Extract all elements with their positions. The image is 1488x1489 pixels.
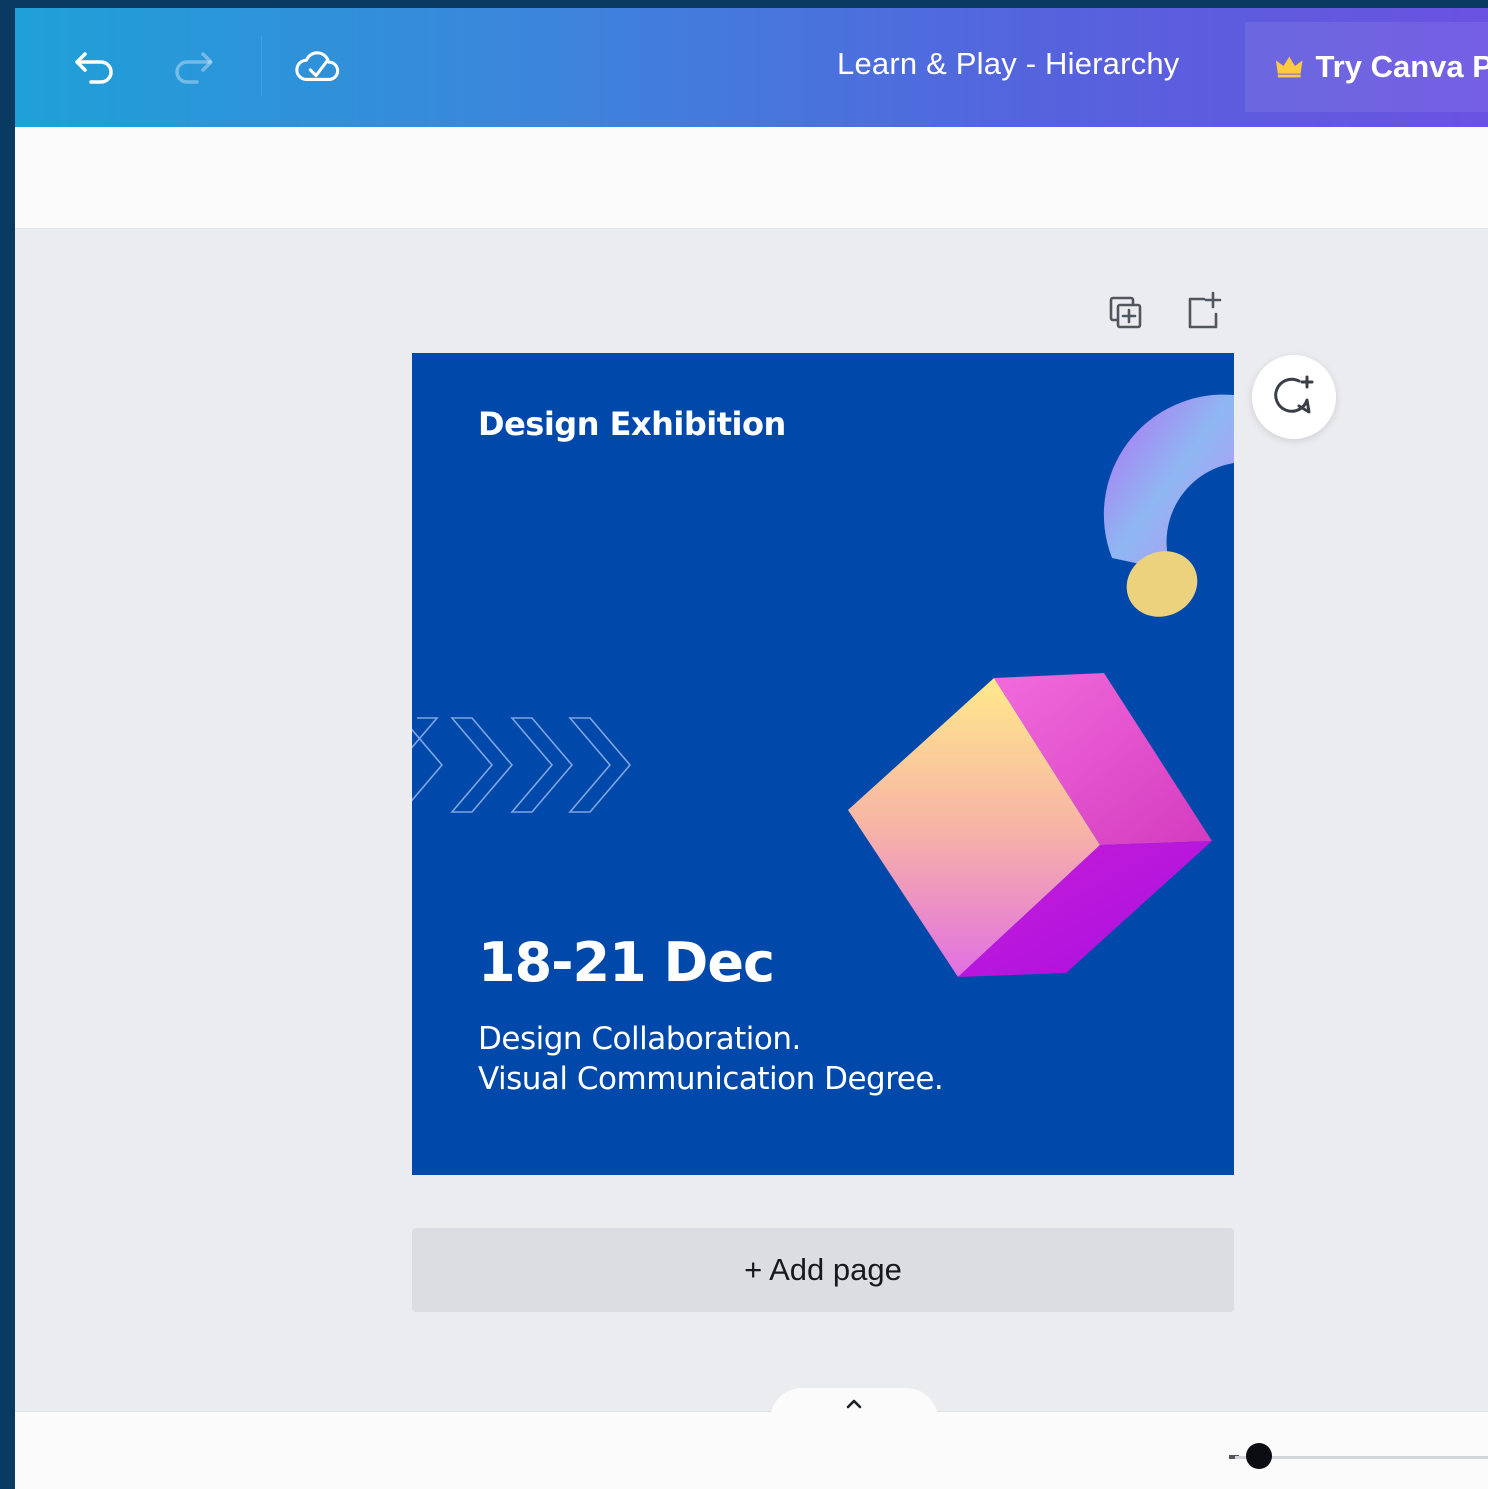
chevron-up-icon	[846, 1399, 862, 1409]
design-line-2: Visual Communication Degree.	[478, 1061, 944, 1097]
context-toolbar	[15, 127, 1488, 229]
cloud-check-icon	[295, 51, 340, 81]
design-line-1: Design Collaboration.	[478, 1021, 801, 1057]
crown-icon	[1275, 56, 1303, 78]
add-page-button[interactable]: + Add page	[412, 1228, 1234, 1312]
redo-button[interactable]	[169, 42, 217, 90]
design-canvas[interactable]: Design Exhibition 18-21 Dec Design Colla…	[412, 353, 1234, 1175]
canva-editor: Learn & Play - Hierarchy Try Canva Pr De…	[15, 8, 1488, 1489]
add-comment-icon	[1274, 375, 1314, 414]
duplicate-page-icon	[1109, 296, 1142, 329]
try-canva-pro-button[interactable]: Try Canva Pr	[1245, 22, 1488, 112]
undo-button[interactable]	[71, 42, 119, 90]
add-comment-button[interactable]	[1252, 355, 1336, 439]
top-bar: Learn & Play - Hierarchy Try Canva Pr	[15, 8, 1488, 127]
add-page-icon	[1188, 291, 1222, 329]
document-title[interactable]: Learn & Play - Hierarchy	[837, 46, 1180, 82]
zoom-slider-thumb[interactable]	[1246, 1443, 1272, 1469]
design-date: 18-21 Dec	[478, 931, 775, 994]
undo-icon	[75, 52, 113, 84]
collapse-pages-button[interactable]	[770, 1388, 938, 1420]
duplicate-page-button[interactable]	[1104, 291, 1148, 335]
zoom-slider-track[interactable]	[1235, 1456, 1488, 1459]
toolbar-divider	[261, 36, 262, 96]
redo-icon	[175, 52, 213, 84]
design-heading: Design Exhibition	[478, 405, 786, 443]
add-new-page-button[interactable]	[1182, 289, 1226, 333]
try-canva-pro-label: Try Canva Pr	[1315, 49, 1488, 84]
save-status-button[interactable]	[293, 42, 341, 90]
